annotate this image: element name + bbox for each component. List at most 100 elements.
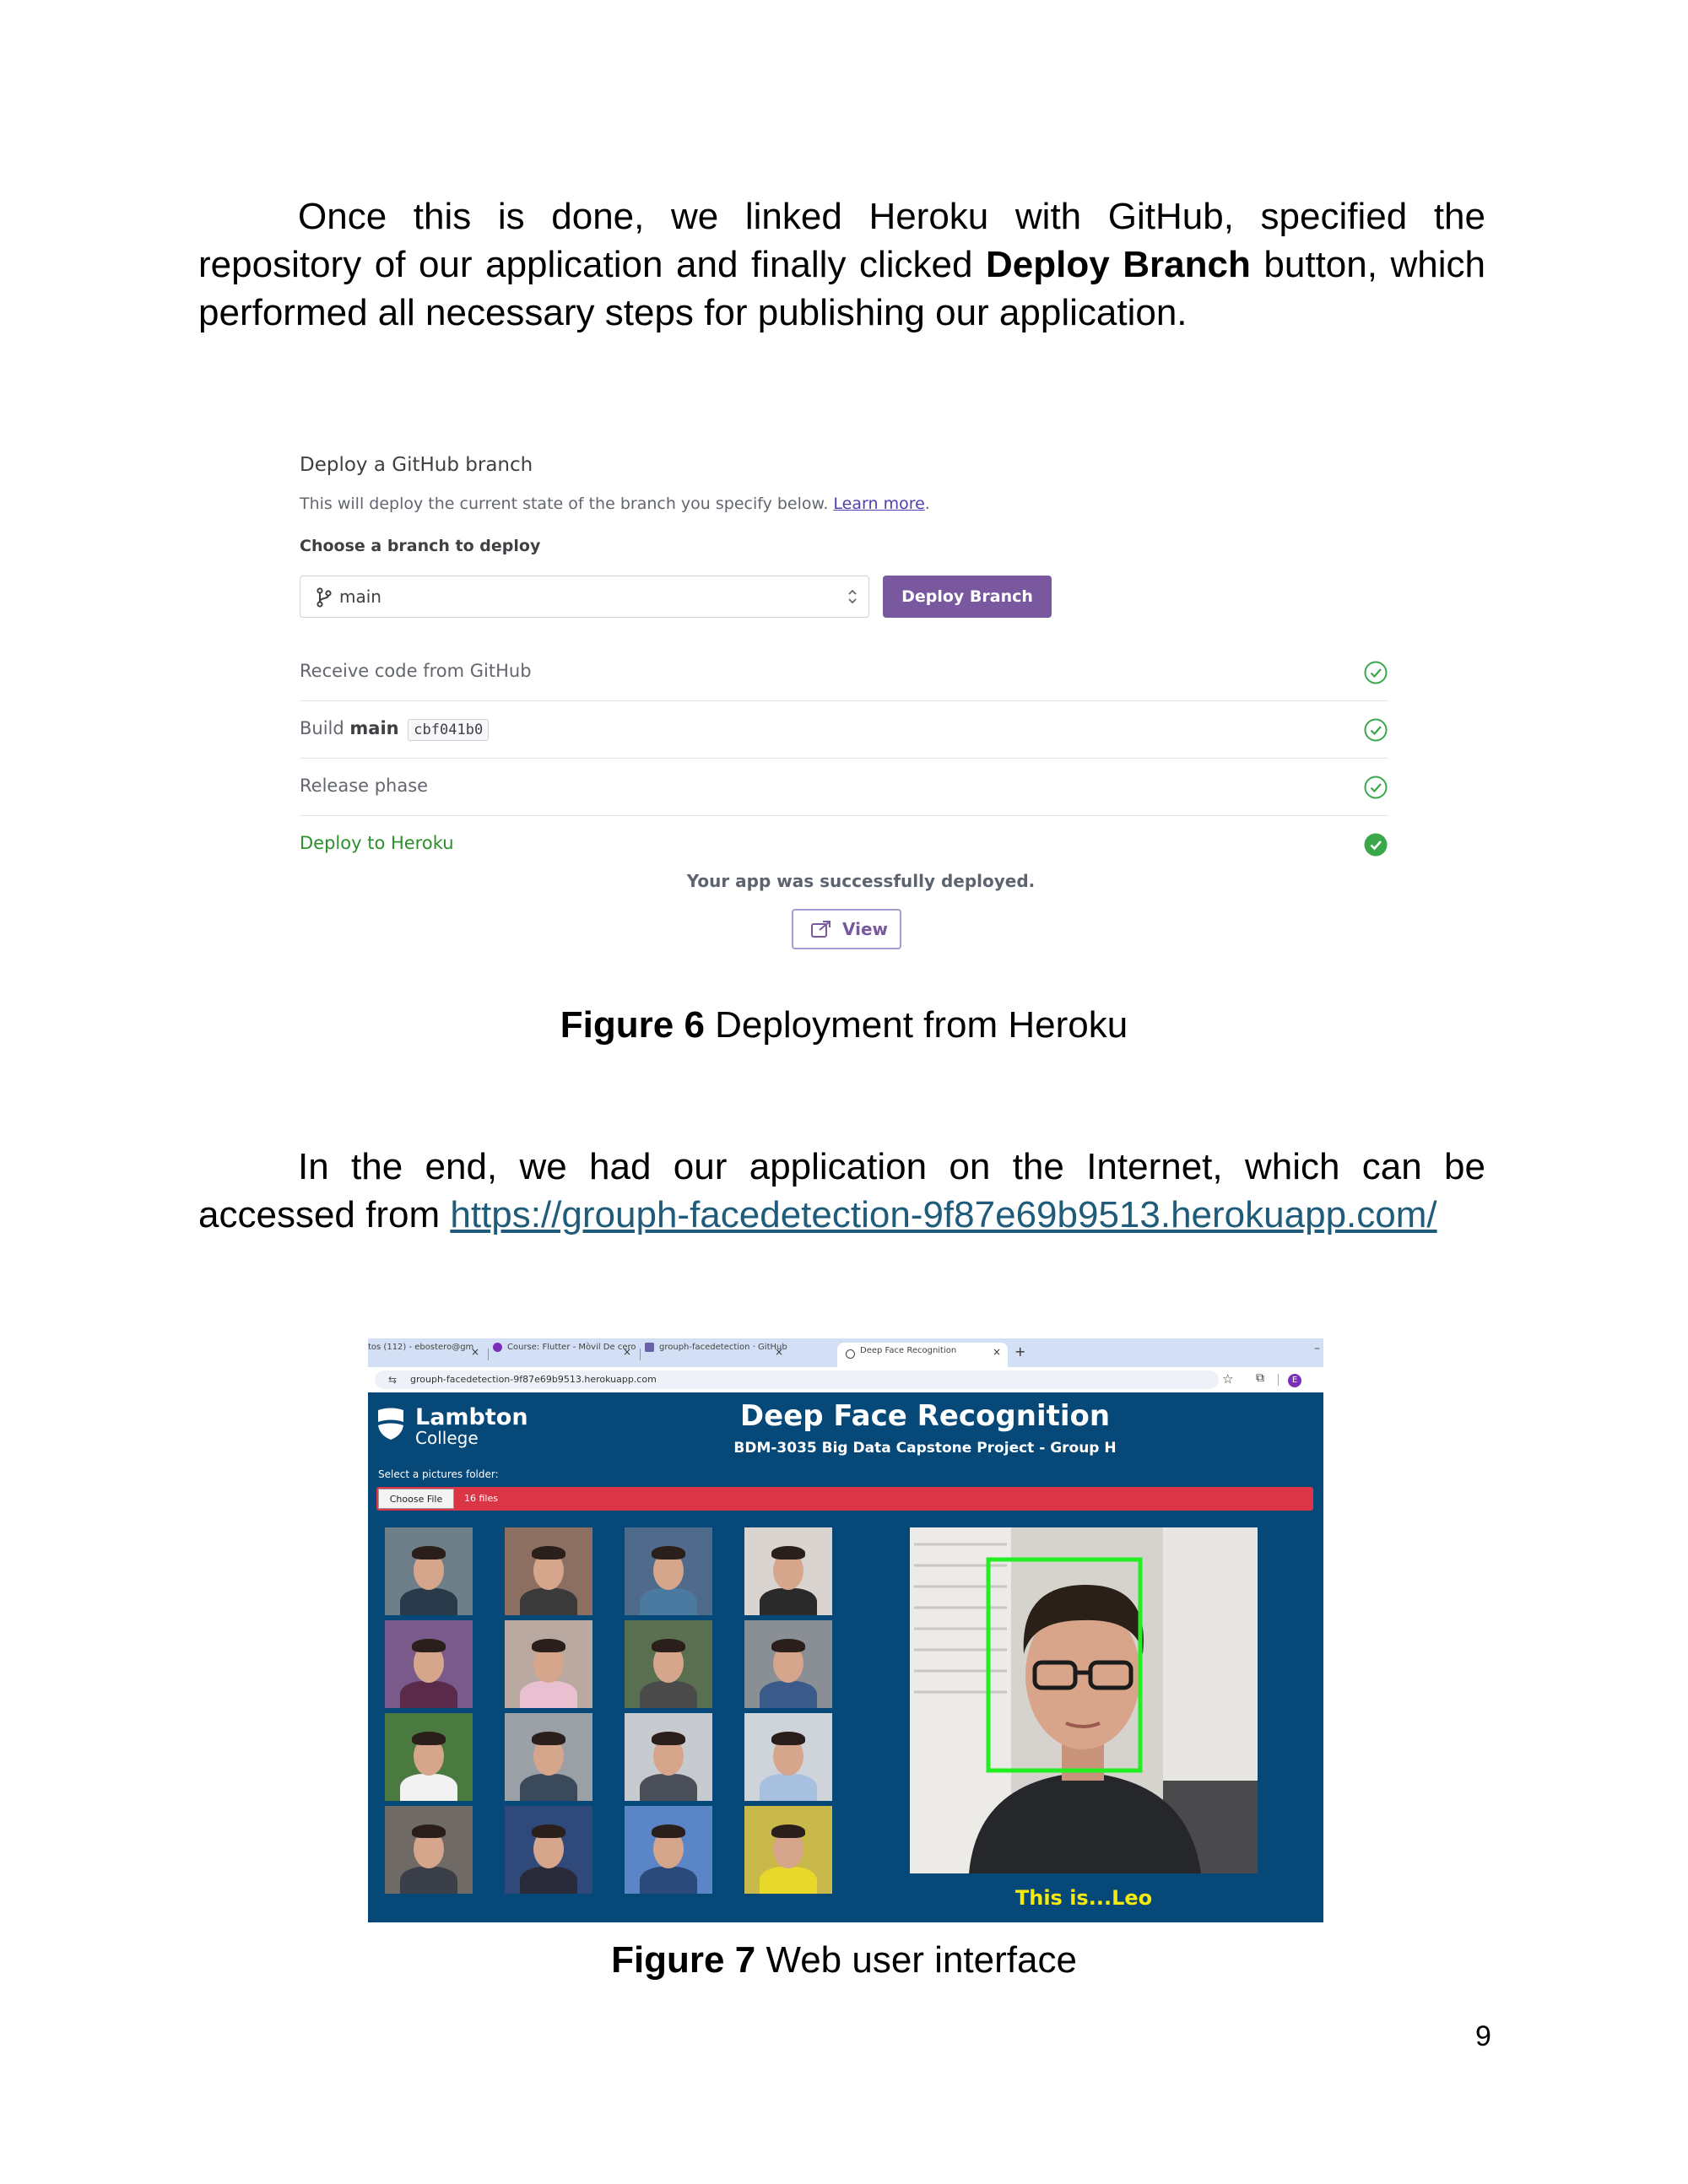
new-tab-button[interactable]: + [1014,1343,1025,1360]
thumbnail-photo [385,1713,473,1801]
branch-select-value: main [339,587,381,607]
heroku-deploy-panel: Deploy a GitHub branch This will deploy … [279,439,1443,962]
check-circle-filled-icon [1364,833,1388,857]
description-period: . [924,495,930,513]
globe-icon [846,1349,855,1359]
success-message: Your app was successfully deployed. [686,871,1036,891]
paragraph-app-online: In the end, we had our application on th… [198,1143,1485,1239]
thumbnail-photo [625,1527,712,1615]
thumbnail-photo [744,1806,832,1894]
logo-line-1: Lambton [415,1404,528,1430]
bookmark-star-icon[interactable]: ☆ [1222,1371,1233,1387]
deploy-branch-button[interactable]: Deploy Branch [883,576,1052,618]
thumbnail-photo [744,1620,832,1708]
tab-course[interactable]: Course: Flutter - Mòvil De cero × [493,1343,638,1367]
choose-file-button[interactable]: Choose File [378,1489,454,1509]
extensions-icon[interactable]: ⧉ [1256,1371,1264,1385]
app-subtitle: BDM-3035 Big Data Capstone Project - Gro… [733,1440,1117,1457]
learn-more-link[interactable]: Learn more [833,495,924,513]
deploy-section-title: Deploy a GitHub branch [300,454,533,476]
close-icon[interactable]: × [775,1346,783,1358]
tab-deep-face[interactable]: Deep Face Recognition × [837,1343,1008,1367]
thumbnail-photo [505,1806,592,1894]
step-deploy-heroku: Deploy to Heroku [300,816,1388,873]
file-input[interactable]: Choose File 16 files [376,1487,1313,1511]
browser-window: tos (112) - ebostero@gm × Course: Flutter… [368,1338,1323,1922]
view-button-label: View [842,919,889,939]
step-build-branch: main [349,718,399,738]
step-release-phase: Release phase [300,759,1388,816]
url-field[interactable]: ⇆ grouph-facedetection-9f87e69b9513.hero… [375,1370,1219,1389]
tab-label: tos (112) - ebostero@gm [368,1343,474,1352]
check-circle-icon [1364,776,1388,799]
close-icon[interactable]: × [993,1346,1001,1358]
close-icon[interactable]: × [471,1346,479,1358]
thumbnail-photo [385,1806,473,1894]
deploy-description: This will deploy the current state of th… [300,495,930,513]
commit-hash-badge: cbf041b0 [408,719,490,741]
figure-label: Figure 7 [611,1939,756,1981]
chevron-updown-icon [848,589,857,604]
step-label: Build main cbf041b0 [300,718,490,741]
tab-label: Course: Flutter - Mòvil De cero [507,1343,636,1352]
step-receive-code: Receive code from GitHub [300,644,1388,701]
shield-icon [378,1408,403,1440]
recognized-photo [910,1527,1258,1873]
tab-separator [640,1349,641,1360]
figure-text: Web user interface [766,1939,1077,1981]
tab-label: grouph-facedetection · GitHub [659,1343,787,1352]
thumbnail-grid [385,1527,841,1894]
external-link-icon [811,921,830,938]
toolbar-separator [1278,1374,1279,1386]
deploy-description-text: This will deploy the current state of th… [300,495,829,513]
lambton-logo: Lambton College [376,1404,528,1448]
recognition-result: This is...Leo [1014,1886,1153,1910]
view-app-button[interactable]: View [792,909,901,949]
thumbnail-photo [744,1527,832,1615]
git-branch-icon [316,587,332,608]
step-label: Release phase [300,776,429,796]
site-settings-icon[interactable]: ⇆ [388,1374,397,1386]
thumbnail-photo [505,1527,592,1615]
branch-select[interactable]: main [300,576,869,618]
step-build-prefix: Build [300,718,344,738]
paragraph-deploy-intro: Once this is done, we linked Heroku with… [198,192,1485,337]
step-label: Deploy to Heroku [300,833,454,853]
paragraph-bold-text: Deploy Branch [986,244,1251,285]
recognized-photo-graphic [910,1527,1258,1873]
profile-avatar[interactable]: E [1288,1374,1301,1387]
step-build: Build main cbf041b0 [300,701,1388,759]
figure-7-caption: Figure 7 Web user interface [0,1939,1688,1981]
face-recognition-app: Lambton College Deep Face Recognition BD… [368,1392,1323,1922]
tab-bar: tos (112) - ebostero@gm × Course: Flutter… [368,1338,1323,1367]
figure-text: Deployment from Heroku [715,1004,1128,1046]
page-number: 9 [1475,2020,1491,2052]
thumbnail-photo [625,1620,712,1708]
file-count: 16 files [464,1493,498,1504]
check-circle-icon [1364,661,1388,684]
heroku-icon [645,1343,654,1352]
app-url-link[interactable]: https://grouph-facedetection-9f87e69b951… [450,1194,1436,1235]
logo-line-2: College [415,1428,479,1448]
figure-label: Figure 6 [560,1004,705,1046]
address-bar: ⇆ grouph-facedetection-9f87e69b9513.hero… [368,1367,1323,1392]
tab-mail[interactable]: tos (112) - ebostero@gm × [368,1343,486,1367]
thumbnail-photo [625,1713,712,1801]
thumbnail-photo [385,1620,473,1708]
step-label: Receive code from GitHub [300,661,532,681]
thumbnail-photo [505,1620,592,1708]
choose-branch-label: Choose a branch to deploy [300,537,541,555]
minimize-icon[interactable]: – [1314,1342,1320,1355]
select-folder-label: Select a pictures folder: [378,1468,499,1480]
tab-label: Deep Face Recognition [860,1346,957,1355]
course-icon [493,1343,502,1352]
check-circle-icon [1364,718,1388,742]
thumbnail-photo [385,1527,473,1615]
close-icon[interactable]: × [623,1346,631,1358]
figure-6-caption: Figure 6 Deployment from Heroku [0,1004,1688,1046]
tab-separator [488,1349,489,1360]
tab-github[interactable]: grouph-facedetection · GitHub × [645,1343,790,1367]
app-title: Deep Face Recognition [739,1399,1111,1433]
url-text: grouph-facedetection-9f87e69b9513.heroku… [410,1374,657,1385]
thumbnail-photo [744,1713,832,1801]
